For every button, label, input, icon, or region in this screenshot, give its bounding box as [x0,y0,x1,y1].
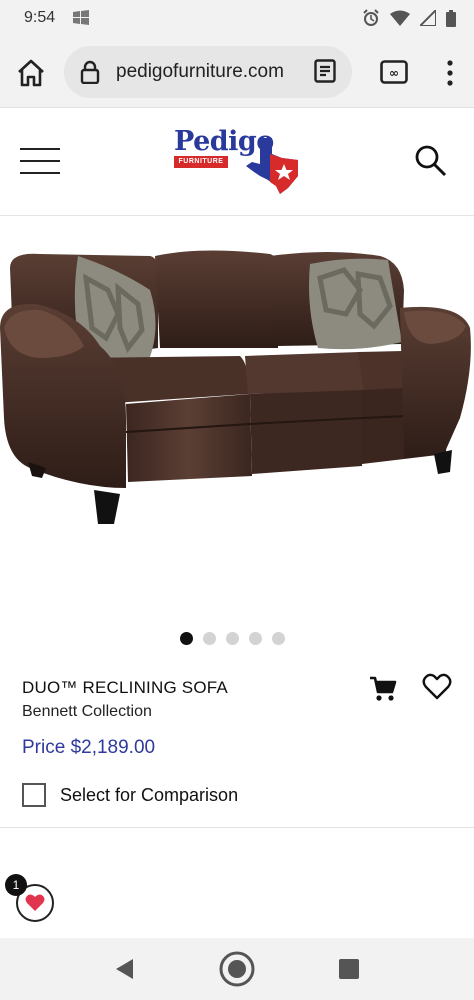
signal-icon [417,7,437,31]
image-carousel-dots [180,632,285,645]
back-icon [116,959,133,979]
heart-icon [25,894,45,911]
home-circle-icon [219,951,255,987]
compare-checkbox[interactable] [22,783,46,807]
more-menu-icon [447,60,453,86]
logo-subtext: FURNITURE [174,156,228,168]
address-bar[interactable]: pedigofurniture.com [64,46,352,98]
carousel-dot-5[interactable] [272,632,285,645]
texas-flag-emblem [246,138,298,194]
wifi-icon [390,10,410,31]
status-icons [362,7,456,32]
wishlist-count-badge: 1 [5,874,27,896]
product-name: DUO™ RECLINING SOFA [22,678,228,697]
hamburger-icon [20,148,60,150]
carousel-dot-1[interactable] [180,632,193,645]
svg-text:∞: ∞ [389,66,399,80]
url-text: pedigofurniture.com [116,61,284,82]
carousel-dot-3[interactable] [226,632,239,645]
product-collection[interactable]: Bennett Collection [22,703,152,721]
compare-row[interactable]: Select for Comparison [22,783,238,807]
site-header: Pedigo FURNITURE [0,108,474,216]
product-image[interactable] [0,218,474,618]
carousel-dot-4[interactable] [249,632,262,645]
recent-apps-button[interactable] [339,959,359,979]
status-time: 9:54 [24,9,56,26]
home-icon [18,59,44,87]
alarm-icon [362,9,380,32]
section-divider [0,827,474,828]
tab-switcher-icon: ∞ [380,60,408,84]
system-navigation-bar [0,938,474,1000]
product-price: Price $2,189.00 [22,737,156,758]
hamburger-menu-button[interactable] [20,148,60,178]
cart-icon [370,676,397,701]
reader-mode-icon[interactable] [314,59,336,88]
carousel-dot-2[interactable] [203,632,216,645]
back-button[interactable] [114,958,134,985]
site-logo[interactable]: Pedigo FURNITURE [172,126,302,196]
more-menu-button[interactable] [442,56,458,90]
battery-icon [446,9,456,32]
add-to-wishlist-button[interactable] [422,672,452,702]
home-nav-button[interactable] [218,950,256,988]
notification-icon [72,10,90,31]
add-to-cart-button[interactable] [368,674,398,704]
sofa-image [0,250,471,524]
search-button[interactable] [414,144,448,178]
tab-switcher-button[interactable]: ∞ [380,60,408,84]
home-button[interactable] [14,56,48,90]
status-bar: 9:54 [0,0,474,36]
lock-icon [80,60,100,89]
search-icon [415,145,447,177]
compare-label: Select for Comparison [60,784,239,805]
browser-toolbar: pedigofurniture.com ∞ [0,36,474,108]
heart-outline-icon [422,673,452,700]
